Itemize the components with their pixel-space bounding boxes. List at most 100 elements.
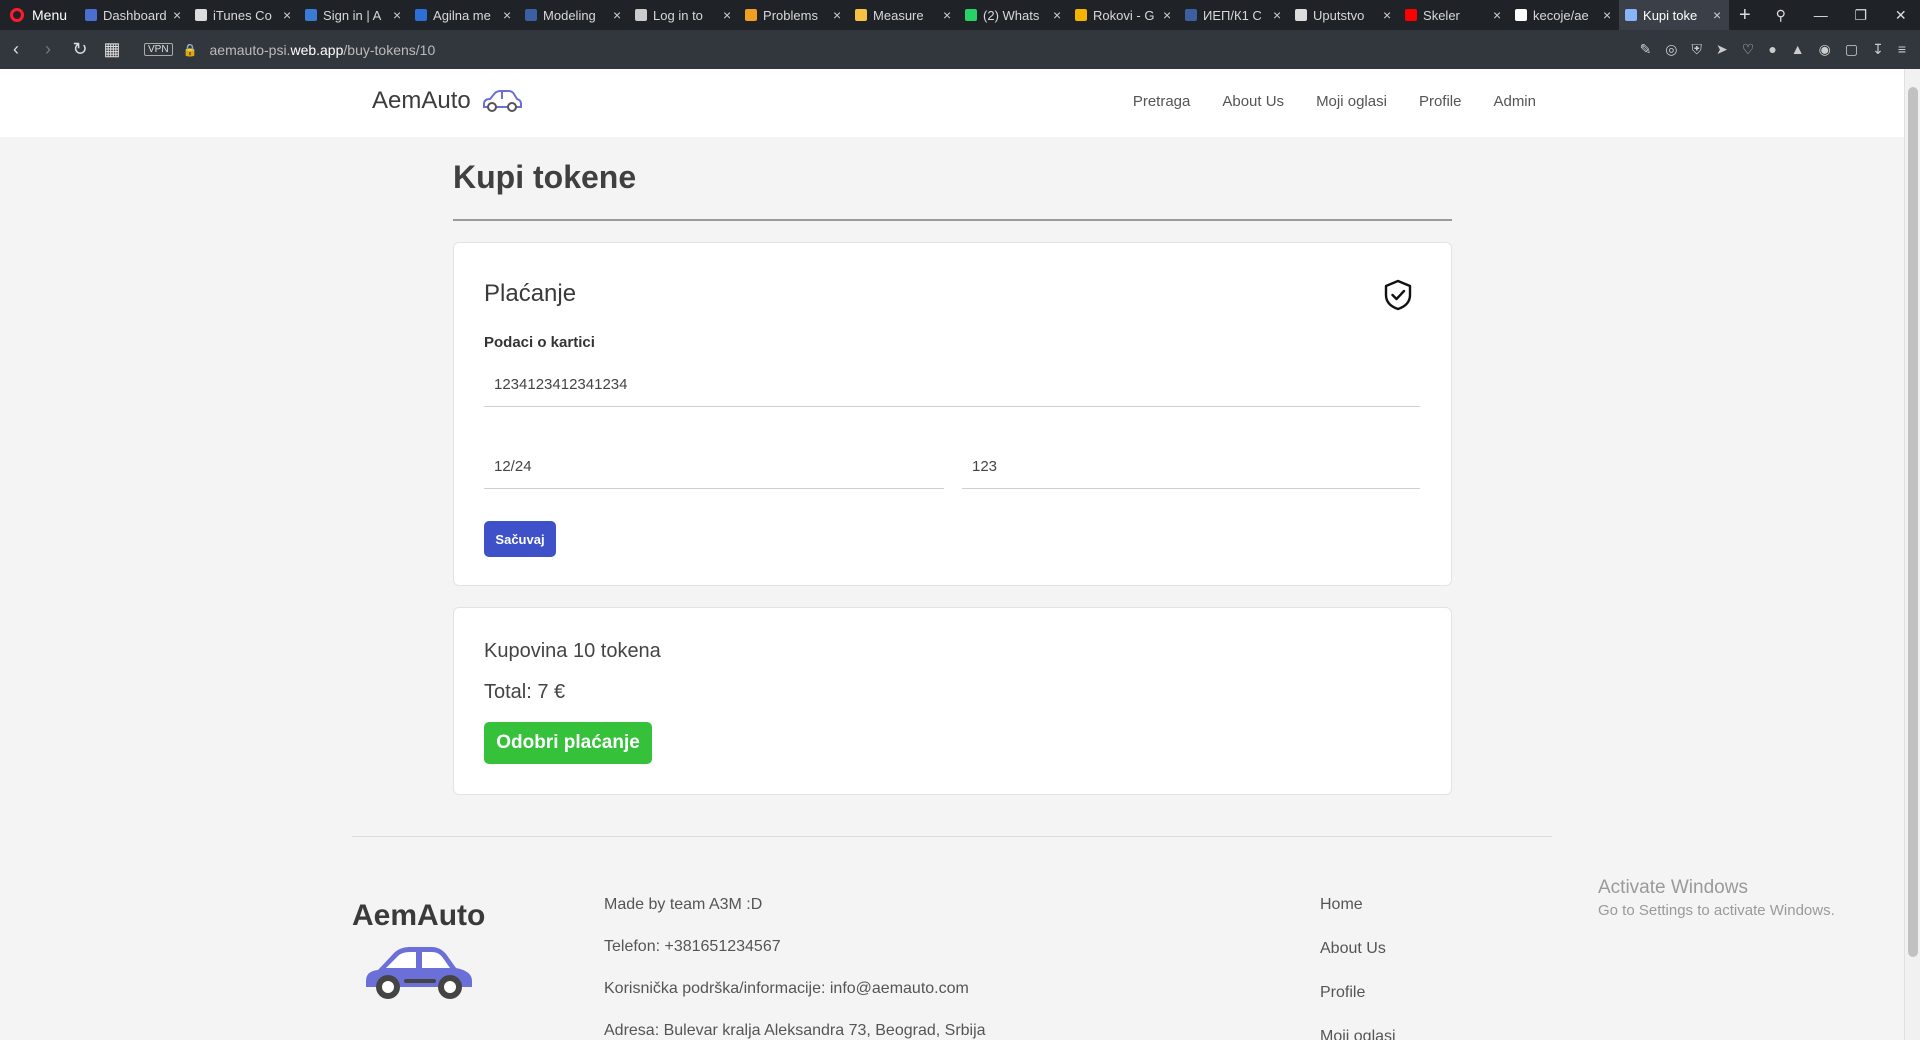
minimize-icon[interactable]: — [1801,7,1841,23]
tab-label: Log in to [653,7,703,23]
browser-tab[interactable]: Measure × [849,0,959,30]
nav-link-pretraga[interactable]: Pretraga [1133,93,1191,110]
opera-logo-icon [10,8,24,22]
search-tabs-icon[interactable]: ⚲ [1761,7,1801,24]
tab-close-icon[interactable]: × [173,7,183,23]
tab-close-icon[interactable]: × [1713,7,1723,23]
footer-link-home[interactable]: Home [1320,896,1396,940]
nav-link-about-us[interactable]: About Us [1222,93,1284,110]
tab-close-icon[interactable]: × [1273,7,1283,23]
back-icon[interactable]: ‹ [0,39,32,60]
footer-link-moji-oglasi[interactable]: Moji oglasi [1320,1028,1396,1040]
tab-grid-icon[interactable]: ▦ [96,39,128,60]
easy-setup-icon[interactable]: ≡ [1898,41,1906,58]
browser-tab[interactable]: Log in to × [629,0,739,30]
browser-tab[interactable]: kecoje/ae × [1509,0,1619,30]
browser-tab[interactable]: ИЕП/К1 C × [1179,0,1289,30]
activate-windows-subtitle: Go to Settings to activate Windows. [1598,902,1835,919]
tab-close-icon[interactable]: × [283,7,293,23]
footer-link-profile[interactable]: Profile [1320,984,1396,1028]
car-logo-icon [482,90,522,112]
browser-tab[interactable]: (2) Whats × [959,0,1069,30]
nav-link-profile[interactable]: Profile [1419,93,1462,110]
cvc-input[interactable] [962,445,1420,489]
summary-card: Kupovina 10 tokena Total: 7 € Odobri pla… [453,607,1452,795]
site-logo[interactable]: AemAuto [372,87,523,115]
tab-close-icon[interactable]: × [613,7,623,23]
extension-icon[interactable]: ● [1768,41,1776,58]
tab-label: Dashboard [103,7,167,23]
profile-icon[interactable]: ◉ [1819,41,1831,58]
cube-icon[interactable]: ▢ [1845,41,1858,58]
brand-name: AemAuto [372,87,471,114]
tab-close-icon[interactable]: × [1053,7,1063,23]
tab-close-icon[interactable]: × [1603,7,1613,23]
tab-favicon-icon [195,9,208,21]
tab-label: iTunes Co [213,7,272,23]
browser-menu-button[interactable]: Menu [0,0,79,30]
browser-tab[interactable]: Sign in | A × [299,0,409,30]
tab-close-icon[interactable]: × [1383,7,1393,23]
save-button[interactable]: Sačuvaj [484,521,556,557]
browser-tab-bar: Menu Dashboard × iTunes Co × Sign in | A × Agi… [0,0,1920,30]
expiry-date-input[interactable] [484,445,944,489]
card-data-label: Podaci o kartici [484,334,595,351]
tab-favicon-icon [305,9,318,21]
tab-close-icon[interactable]: × [943,7,953,23]
scrollbar-thumb[interactable] [1908,87,1918,957]
tab-close-icon[interactable]: × [833,7,843,23]
card-number-input[interactable] [484,363,1420,407]
payment-title: Plaćanje [484,280,577,307]
browser-tab[interactable]: Skeler × [1399,0,1509,30]
activate-windows-title: Activate Windows [1598,877,1748,898]
browser-tab[interactable]: Kupi toke × [1619,0,1730,30]
download-icon[interactable]: ↧ [1872,41,1884,58]
tab-favicon-icon [1185,9,1198,21]
browser-tab[interactable]: Rokovi - G × [1069,0,1179,30]
tab-label: Problems [763,7,818,23]
footer-link-about-us[interactable]: About Us [1320,940,1396,984]
url-field[interactable]: aemauto-psi.web.app/buy-tokens/10 [210,42,436,58]
tab-label: kecoje/ae [1533,7,1589,23]
tab-close-icon[interactable]: × [723,7,733,23]
shield-blocker-icon[interactable]: ⛨ [1692,41,1703,58]
approve-payment-button[interactable]: Odobri plaćanje [484,722,652,764]
footer-car-icon [366,947,472,999]
browser-tab[interactable]: Dashboard × [79,0,189,30]
tab-label: Kupi toke [1643,7,1698,23]
footer-divider [352,836,1552,837]
tab-label: Rokovi - G [1093,7,1155,23]
restore-icon[interactable]: ❐ [1841,7,1881,24]
tab-close-icon[interactable]: × [1493,7,1503,23]
edit-icon[interactable]: ✎ [1640,41,1652,58]
lock-icon[interactable]: 🔒 [183,43,198,57]
url-path: /buy-tokens/10 [343,41,436,58]
footer-info: Made by team A3M :D Telefon: +3816512345… [604,896,986,1040]
browser-tab[interactable]: Problems × [739,0,849,30]
nav-link-admin[interactable]: Admin [1493,93,1536,110]
close-window-icon[interactable]: ✕ [1881,7,1920,24]
forward-icon[interactable]: › [32,39,64,60]
footer-address: Adresa: Bulevar kralja Aleksandra 73, Be… [604,1022,986,1039]
tab-close-icon[interactable]: × [503,7,513,23]
camera-icon[interactable]: ◎ [1665,41,1677,58]
nav-link-moji-oglasi[interactable]: Moji oglasi [1316,93,1387,110]
tab-close-icon[interactable]: × [1163,7,1173,23]
reload-icon[interactable]: ↻ [64,39,96,60]
tab-favicon-icon [635,9,648,21]
browser-tab[interactable]: Agilna me × [409,0,519,30]
send-icon[interactable]: ➤ [1716,41,1728,58]
page-scrollbar[interactable] [1904,69,1920,1040]
window-controls: ⚲ — ❐ ✕ [1761,0,1920,30]
tab-label: Modeling [543,7,596,23]
fox-extension-icon[interactable]: ▲ [1791,41,1805,58]
tab-close-icon[interactable]: × [393,7,403,23]
new-tab-button[interactable]: + [1729,4,1761,27]
browser-tab[interactable]: Modeling × [519,0,629,30]
purchase-description: Kupovina 10 tokena [484,640,661,662]
heart-icon[interactable]: ♡ [1742,41,1755,58]
browser-tab[interactable]: iTunes Co × [189,0,299,30]
site-nav-links: Pretraga About Us Moji oglasi Profile Ad… [1133,93,1536,110]
browser-tab[interactable]: Uputstvo × [1289,0,1399,30]
vpn-badge[interactable]: VPN [144,43,173,56]
